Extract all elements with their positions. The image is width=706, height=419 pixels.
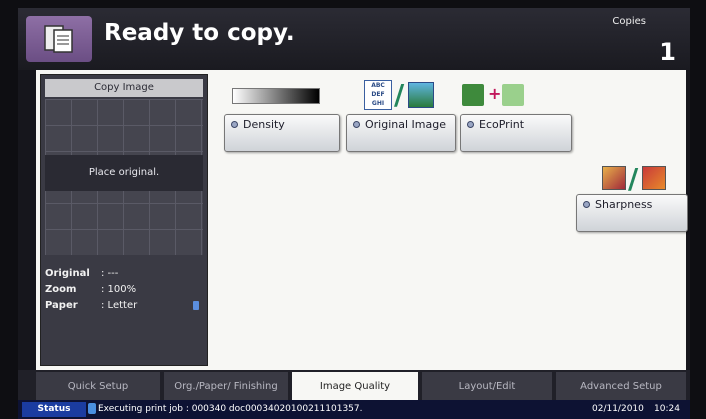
paper-tray-icon bbox=[193, 300, 199, 310]
tab-org-paper-finishing[interactable]: Org./Paper/ Finishing bbox=[164, 372, 288, 400]
copy-image-preview: Copy Image Place original. Original : --… bbox=[40, 74, 208, 366]
info-key: Original bbox=[45, 267, 90, 279]
status-button[interactable]: Status bbox=[22, 402, 86, 417]
status-message: Executing print job : 000340 doc00034020… bbox=[98, 404, 363, 414]
tab-bar: Quick Setup Org./Paper/ Finishing Image … bbox=[18, 370, 690, 400]
slash-icon: / bbox=[628, 162, 639, 195]
button-indicator-icon bbox=[231, 121, 238, 128]
button-indicator-icon bbox=[583, 201, 590, 208]
tab-quick-setup[interactable]: Quick Setup bbox=[36, 372, 160, 400]
button-label: Original Image bbox=[365, 118, 446, 131]
photo-icon bbox=[408, 82, 434, 108]
status-date: 02/11/2010 bbox=[592, 404, 644, 414]
tab-advanced-setup[interactable]: Advanced Setup bbox=[556, 372, 686, 400]
button-indicator-icon bbox=[353, 121, 360, 128]
original-image-button[interactable]: Original Image bbox=[346, 114, 456, 152]
copies-count[interactable]: 1 bbox=[659, 38, 676, 66]
sharpness-sharp-icon bbox=[642, 166, 666, 190]
status-time: 10:24 bbox=[654, 404, 680, 414]
plus-icon: + bbox=[488, 84, 502, 103]
leaf-light-icon bbox=[502, 84, 524, 106]
copies-label: Copies bbox=[612, 16, 646, 27]
slash-icon: / bbox=[394, 78, 405, 111]
button-label: Density bbox=[243, 118, 285, 131]
status-title: Ready to copy. bbox=[104, 20, 295, 46]
image-quality-panel: Copy Image Place original. Original : --… bbox=[36, 70, 688, 370]
leaf-dark-icon bbox=[462, 84, 484, 106]
info-row-paper: Paper : Letter bbox=[45, 297, 203, 313]
tab-layout-edit[interactable]: Layout/Edit bbox=[422, 372, 552, 400]
sharpness-button[interactable]: Sharpness bbox=[576, 194, 688, 232]
sharpness-soft-icon bbox=[602, 166, 626, 190]
copier-screen: Ready to copy. Copies 1 Copy Image Place… bbox=[18, 8, 690, 419]
density-button[interactable]: Density bbox=[224, 114, 340, 152]
button-indicator-icon bbox=[467, 121, 474, 128]
button-label: Sharpness bbox=[595, 198, 653, 211]
info-value: : 100% bbox=[101, 283, 137, 295]
text-document-icon: ABC DEF GHI bbox=[364, 80, 392, 110]
info-value: : --- bbox=[101, 267, 119, 279]
button-label: EcoPrint bbox=[479, 118, 525, 131]
info-row-original: Original : --- bbox=[45, 265, 203, 281]
info-value: : Letter bbox=[101, 299, 138, 311]
tab-image-quality[interactable]: Image Quality bbox=[292, 372, 418, 400]
place-original-message: Place original. bbox=[45, 155, 203, 191]
copy-mode-icon bbox=[26, 16, 92, 62]
info-row-zoom: Zoom : 100% bbox=[45, 281, 203, 297]
copy-settings-summary: Original : --- Zoom : 100% Paper : Lette… bbox=[45, 265, 203, 313]
header: Ready to copy. Copies 1 bbox=[18, 8, 690, 70]
status-bar: Status Executing print job : 000340 doc0… bbox=[18, 400, 690, 419]
info-key: Paper bbox=[45, 299, 78, 311]
density-gradient-icon bbox=[232, 88, 320, 104]
ecoprint-button[interactable]: EcoPrint bbox=[460, 114, 572, 152]
printer-icon bbox=[88, 403, 96, 414]
info-key: Zoom bbox=[45, 283, 77, 295]
preview-title: Copy Image bbox=[45, 79, 203, 97]
